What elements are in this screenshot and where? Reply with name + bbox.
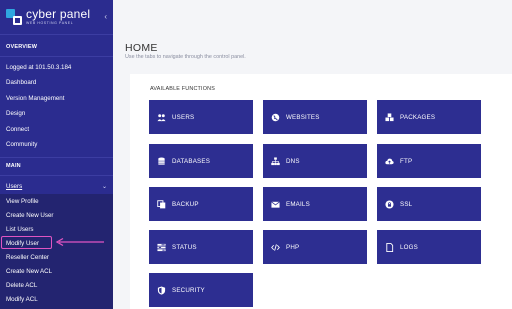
cubes-icon	[385, 112, 394, 122]
divider	[0, 157, 113, 158]
functions-panel: AVAILABLE FUNCTIONS USERS WEBSITES PACKA…	[130, 74, 512, 309]
logo[interactable]: cyber panel WEB HOSTING PANEL ‹	[0, 0, 113, 34]
tile-databases[interactable]: DATABASES	[149, 144, 253, 178]
database-icon	[157, 157, 166, 166]
code-icon	[271, 243, 280, 252]
submenu-reseller-center[interactable]: Reseller Center	[6, 254, 49, 261]
logo-icon	[6, 9, 22, 25]
tile-ssl[interactable]: SSL	[377, 187, 481, 221]
tile-emails[interactable]: EMAILS	[263, 187, 367, 221]
tile-users[interactable]: USERS	[149, 100, 253, 134]
sidebar-item-users[interactable]: Users ⌄	[0, 183, 113, 190]
sidebar: cyber panel WEB HOSTING PANEL ‹ OVERVIEW…	[0, 0, 113, 309]
tile-security[interactable]: SECURITY	[149, 273, 253, 307]
divider	[0, 175, 113, 176]
brand-tagline: WEB HOSTING PANEL	[26, 21, 74, 26]
sidebar-item-users-label: Users	[6, 183, 23, 190]
tile-websites[interactable]: WEBSITES	[263, 100, 367, 134]
tile-dns[interactable]: DNS	[263, 144, 367, 178]
users-submenu: View Profile Create New User List Users …	[0, 194, 113, 309]
logged-in-status: Logged at 101.50.3.184	[6, 64, 72, 71]
sidebar-item-design[interactable]: Design	[0, 110, 25, 117]
tile-label: BACKUP	[172, 200, 199, 208]
tasks-icon	[157, 243, 166, 252]
tile-label: PACKAGES	[400, 113, 436, 121]
submenu-modify-acl[interactable]: Modify ACL	[6, 296, 38, 303]
tile-label: DNS	[286, 157, 300, 165]
divider	[0, 34, 113, 35]
tile-label: WEBSITES	[286, 113, 320, 121]
copy-icon	[157, 199, 166, 209]
tile-logs[interactable]: LOGS	[377, 230, 481, 264]
tile-backup[interactable]: BACKUP	[149, 187, 253, 221]
shield-icon	[157, 285, 166, 295]
submenu-create-new-acl[interactable]: Create New ACL	[6, 268, 52, 275]
panel-title: AVAILABLE FUNCTIONS	[150, 86, 216, 92]
section-overview: OVERVIEW	[6, 44, 38, 50]
tile-label: SECURITY	[172, 286, 205, 294]
submenu-list-users[interactable]: List Users	[6, 226, 34, 233]
chevron-left-icon[interactable]: ‹	[104, 12, 107, 21]
chevron-down-icon: ⌄	[101, 184, 107, 190]
page-title: HOME	[125, 42, 158, 54]
section-main: MAIN	[6, 163, 21, 169]
submenu-delete-acl[interactable]: Delete ACL	[6, 282, 37, 289]
cloud-upload-icon	[385, 157, 394, 166]
sidebar-item-community[interactable]: Community	[0, 141, 37, 148]
sidebar-item-version-management[interactable]: Version Management	[0, 95, 64, 102]
users-icon	[157, 113, 166, 122]
tile-label: STATUS	[172, 243, 197, 251]
main-content: HOME Use the tabs to navigate through th…	[113, 0, 512, 309]
tile-status[interactable]: STATUS	[149, 230, 253, 264]
lock-icon	[385, 199, 394, 209]
page-subtitle: Use the tabs to navigate through the con…	[125, 54, 246, 60]
file-icon	[385, 242, 394, 252]
divider	[0, 56, 113, 57]
tile-packages[interactable]: PACKAGES	[377, 100, 481, 134]
tile-ftp[interactable]: FTP	[377, 144, 481, 178]
sitemap-icon	[271, 156, 280, 166]
tile-php[interactable]: PHP	[263, 230, 367, 264]
envelope-icon	[271, 200, 280, 209]
tile-label: LOGS	[400, 243, 418, 251]
tile-label: SSL	[400, 200, 413, 208]
tile-label: DATABASES	[172, 157, 211, 165]
tile-label: PHP	[286, 243, 300, 251]
submenu-view-profile[interactable]: View Profile	[6, 198, 39, 205]
tile-label: FTP	[400, 157, 413, 165]
tile-label: USERS	[172, 113, 195, 121]
sidebar-item-dashboard[interactable]: Dashboard	[0, 79, 36, 86]
brand-name: cyber panel	[26, 7, 91, 22]
tile-label: EMAILS	[286, 200, 310, 208]
arrow-icon	[55, 237, 104, 247]
submenu-create-new-user[interactable]: Create New User	[6, 212, 53, 219]
sidebar-item-connect[interactable]: Connect	[0, 126, 29, 133]
globe-icon	[271, 113, 280, 122]
highlight-box	[1, 236, 52, 249]
